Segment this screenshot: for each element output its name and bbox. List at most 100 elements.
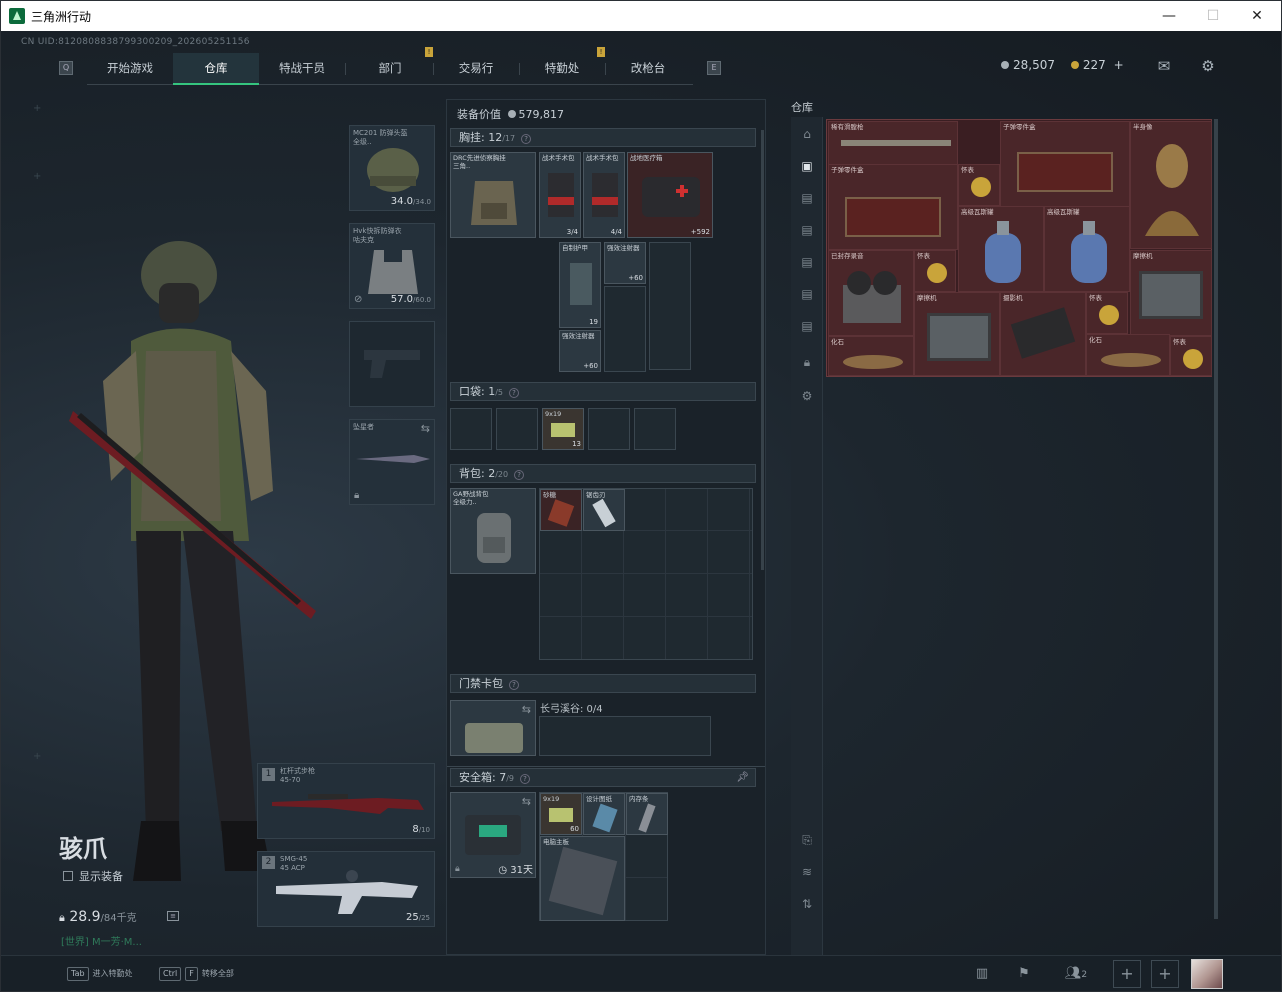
- warehouse-item[interactable]: 化石: [828, 336, 914, 376]
- warehouse-item[interactable]: 半身像: [1130, 121, 1212, 249]
- warehouse-item[interactable]: 子弹零件盒: [1000, 121, 1130, 207]
- tab-warehouse[interactable]: 仓库: [173, 53, 259, 85]
- fossil-icon: [843, 355, 903, 369]
- warehouse-item[interactable]: 摄影机: [1000, 292, 1086, 376]
- backpack-item-2[interactable]: 锯齿刃: [583, 489, 625, 531]
- help-icon[interactable]: ?: [521, 134, 532, 144]
- pistol-slot-empty[interactable]: [349, 321, 435, 407]
- pocket-slot[interactable]: [588, 408, 630, 450]
- warehouse-scrollbar[interactable]: [1214, 119, 1218, 919]
- surgery-kit-icon: [592, 173, 618, 217]
- surgery-kit-1[interactable]: 战术手术包 3/4: [539, 152, 581, 238]
- warehouse-page-icon[interactable]: ▤: [798, 221, 816, 239]
- minimize-button[interactable]: —: [1147, 3, 1191, 29]
- injector-2[interactable]: 强效注射器 +60: [559, 330, 601, 372]
- tab-trading[interactable]: 交易行: [433, 53, 519, 85]
- safebox-motherboard[interactable]: 电脑主板: [540, 836, 625, 921]
- safebox-ammo[interactable]: 9x19 60: [540, 793, 582, 835]
- world-chat-preview[interactable]: [世界] M一芳·M...: [61, 933, 142, 948]
- pocket-slot[interactable]: [496, 408, 538, 450]
- settings-gear-icon[interactable]: ⚙: [1199, 58, 1217, 74]
- makeshift-armor-plate[interactable]: 自制护甲 19: [559, 242, 601, 328]
- add-teammate-button[interactable]: +: [1151, 960, 1179, 988]
- loadout-scrollbar[interactable]: [761, 130, 764, 570]
- warehouse-item[interactable]: 化石: [1086, 334, 1170, 376]
- safebox-ram[interactable]: 内存条: [626, 793, 668, 835]
- avatar[interactable]: [1191, 959, 1223, 989]
- list-icon[interactable]: ≡: [167, 911, 179, 921]
- layers-icon[interactable]: ≋: [798, 863, 816, 881]
- injector-1[interactable]: 强效注射器 +60: [604, 242, 646, 284]
- stats-chart-icon[interactable]: ▥: [969, 962, 995, 986]
- add-teammate-button[interactable]: +: [1113, 960, 1141, 988]
- maximize-button[interactable]: ☐: [1191, 3, 1235, 29]
- helmet-durability: 34.0/34.0: [390, 196, 431, 207]
- safebox-blueprint[interactable]: 设计图纸: [583, 793, 625, 835]
- chest-rig-slot[interactable]: DRC先进侦察胸挂 三角..: [450, 152, 536, 238]
- warehouse-grid[interactable]: 稀有滑膛枪 子弹零件盒 半身像 子弹零件盒 怀表 高级瓦斯罐 高级瓦斯罐 已封存…: [826, 119, 1212, 377]
- pocket-ammo-9x19[interactable]: 9x19 13: [542, 408, 584, 450]
- tab-operators[interactable]: 特战干员: [259, 53, 345, 85]
- warehouse-item[interactable]: 稀有滑膛枪: [828, 121, 958, 165]
- show-equipment-toggle[interactable]: 显示装备: [63, 868, 123, 884]
- melee-slot[interactable]: 坠星者 ⇆ 🔒︎: [349, 419, 435, 505]
- nav-prev-key[interactable]: Q: [59, 61, 73, 75]
- warehouse-page-icon[interactable]: ▤: [798, 253, 816, 271]
- help-icon[interactable]: ?: [520, 774, 531, 784]
- tab-special-ops[interactable]: 特勤处: [519, 53, 605, 85]
- lock-icon[interactable]: 🔒︎: [798, 353, 816, 371]
- warehouse-item[interactable]: 已封存录音: [828, 250, 914, 336]
- swap-icon[interactable]: ⇆: [522, 703, 531, 716]
- tab-gunsmith[interactable]: 改枪台: [605, 53, 691, 85]
- warehouse-item[interactable]: 怀表: [958, 164, 1000, 206]
- transfer-icon[interactable]: ⇅: [798, 895, 816, 913]
- help-icon[interactable]: ?: [509, 680, 519, 690]
- warehouse-item[interactable]: 摩擦机: [914, 292, 1000, 376]
- help-icon[interactable]: ?: [509, 388, 520, 398]
- warehouse-item[interactable]: 怀表: [914, 250, 956, 292]
- settings-gear-icon[interactable]: ⚙: [798, 387, 816, 405]
- window-title: 三角洲行动: [31, 10, 92, 24]
- team-icon[interactable]: 👥︎2: [1059, 962, 1093, 986]
- armor-slot[interactable]: Hvk快拆防弹衣 咕夫克 ⊘ 57.0/60.0: [349, 223, 435, 309]
- warehouse-item[interactable]: 怀表: [1170, 336, 1212, 376]
- field-medkit[interactable]: 战地医疗箱 +592: [627, 152, 713, 238]
- hint-enter-special-ops[interactable]: Tab 进入特勤处: [67, 967, 133, 981]
- hint-transfer-all[interactable]: Ctrl F 转移全部: [159, 967, 234, 981]
- warehouse-item[interactable]: 摩擦机: [1130, 250, 1212, 336]
- mail-icon[interactable]: ✉: [1155, 58, 1173, 74]
- pocket-slot[interactable]: [634, 408, 676, 450]
- keycard-slot[interactable]: [539, 716, 711, 756]
- nav-next-key[interactable]: E: [707, 61, 721, 75]
- keycard-case[interactable]: ⇆: [450, 700, 536, 756]
- warehouse-page-4-icon[interactable]: ▣: [798, 157, 816, 175]
- backpack-slot[interactable]: GA野战背包 全级力..: [450, 488, 536, 574]
- silver-coin-icon: [507, 110, 516, 118]
- sort-icon[interactable]: ⎘: [798, 831, 816, 849]
- helmet-slot[interactable]: MC201 防弹头盔 全级.. 34.0/34.0: [349, 125, 435, 211]
- game-viewport: CN UID:8120808838799300209_202605251156 …: [1, 31, 1281, 991]
- pocket-slot[interactable]: [450, 408, 492, 450]
- warehouse-item[interactable]: 高级瓦斯罐: [1044, 206, 1130, 292]
- secondary-weapon-slot[interactable]: 2 SMG-45 45 ACP 25/25: [257, 851, 435, 927]
- warehouse-item[interactable]: 子弹零件盒: [828, 164, 958, 250]
- primary-weapon-slot[interactable]: 1 杠杆式步枪 45-70 8/10: [257, 763, 435, 839]
- swap-icon[interactable]: ⇆: [421, 422, 430, 435]
- warehouse-page-icon[interactable]: ▤: [798, 189, 816, 207]
- backpack-item-1[interactable]: 砂糖: [540, 489, 582, 531]
- warehouse-page-icon[interactable]: ▤: [798, 317, 816, 335]
- pin-icon[interactable]: 📌︎: [736, 769, 749, 786]
- tab-department[interactable]: 部门: [347, 53, 433, 85]
- help-icon[interactable]: ?: [514, 470, 525, 480]
- warehouse-item[interactable]: 高级瓦斯罐: [958, 206, 1044, 292]
- add-currency-button[interactable]: +: [1114, 58, 1124, 72]
- flag-icon[interactable]: ⚑: [1011, 962, 1037, 986]
- tab-start-game[interactable]: 开始游戏: [87, 53, 173, 85]
- close-button[interactable]: ✕: [1235, 3, 1279, 29]
- surgery-kit-2[interactable]: 战术手术包 4/4: [583, 152, 625, 238]
- warehouse-home-icon[interactable]: ⌂: [798, 125, 816, 143]
- warehouse-item[interactable]: 怀表: [1086, 292, 1128, 334]
- checkbox[interactable]: [63, 871, 73, 881]
- safebox-slot[interactable]: ⇆ 🔒︎ ◷ 31天: [450, 792, 536, 878]
- warehouse-page-icon[interactable]: ▤: [798, 285, 816, 303]
